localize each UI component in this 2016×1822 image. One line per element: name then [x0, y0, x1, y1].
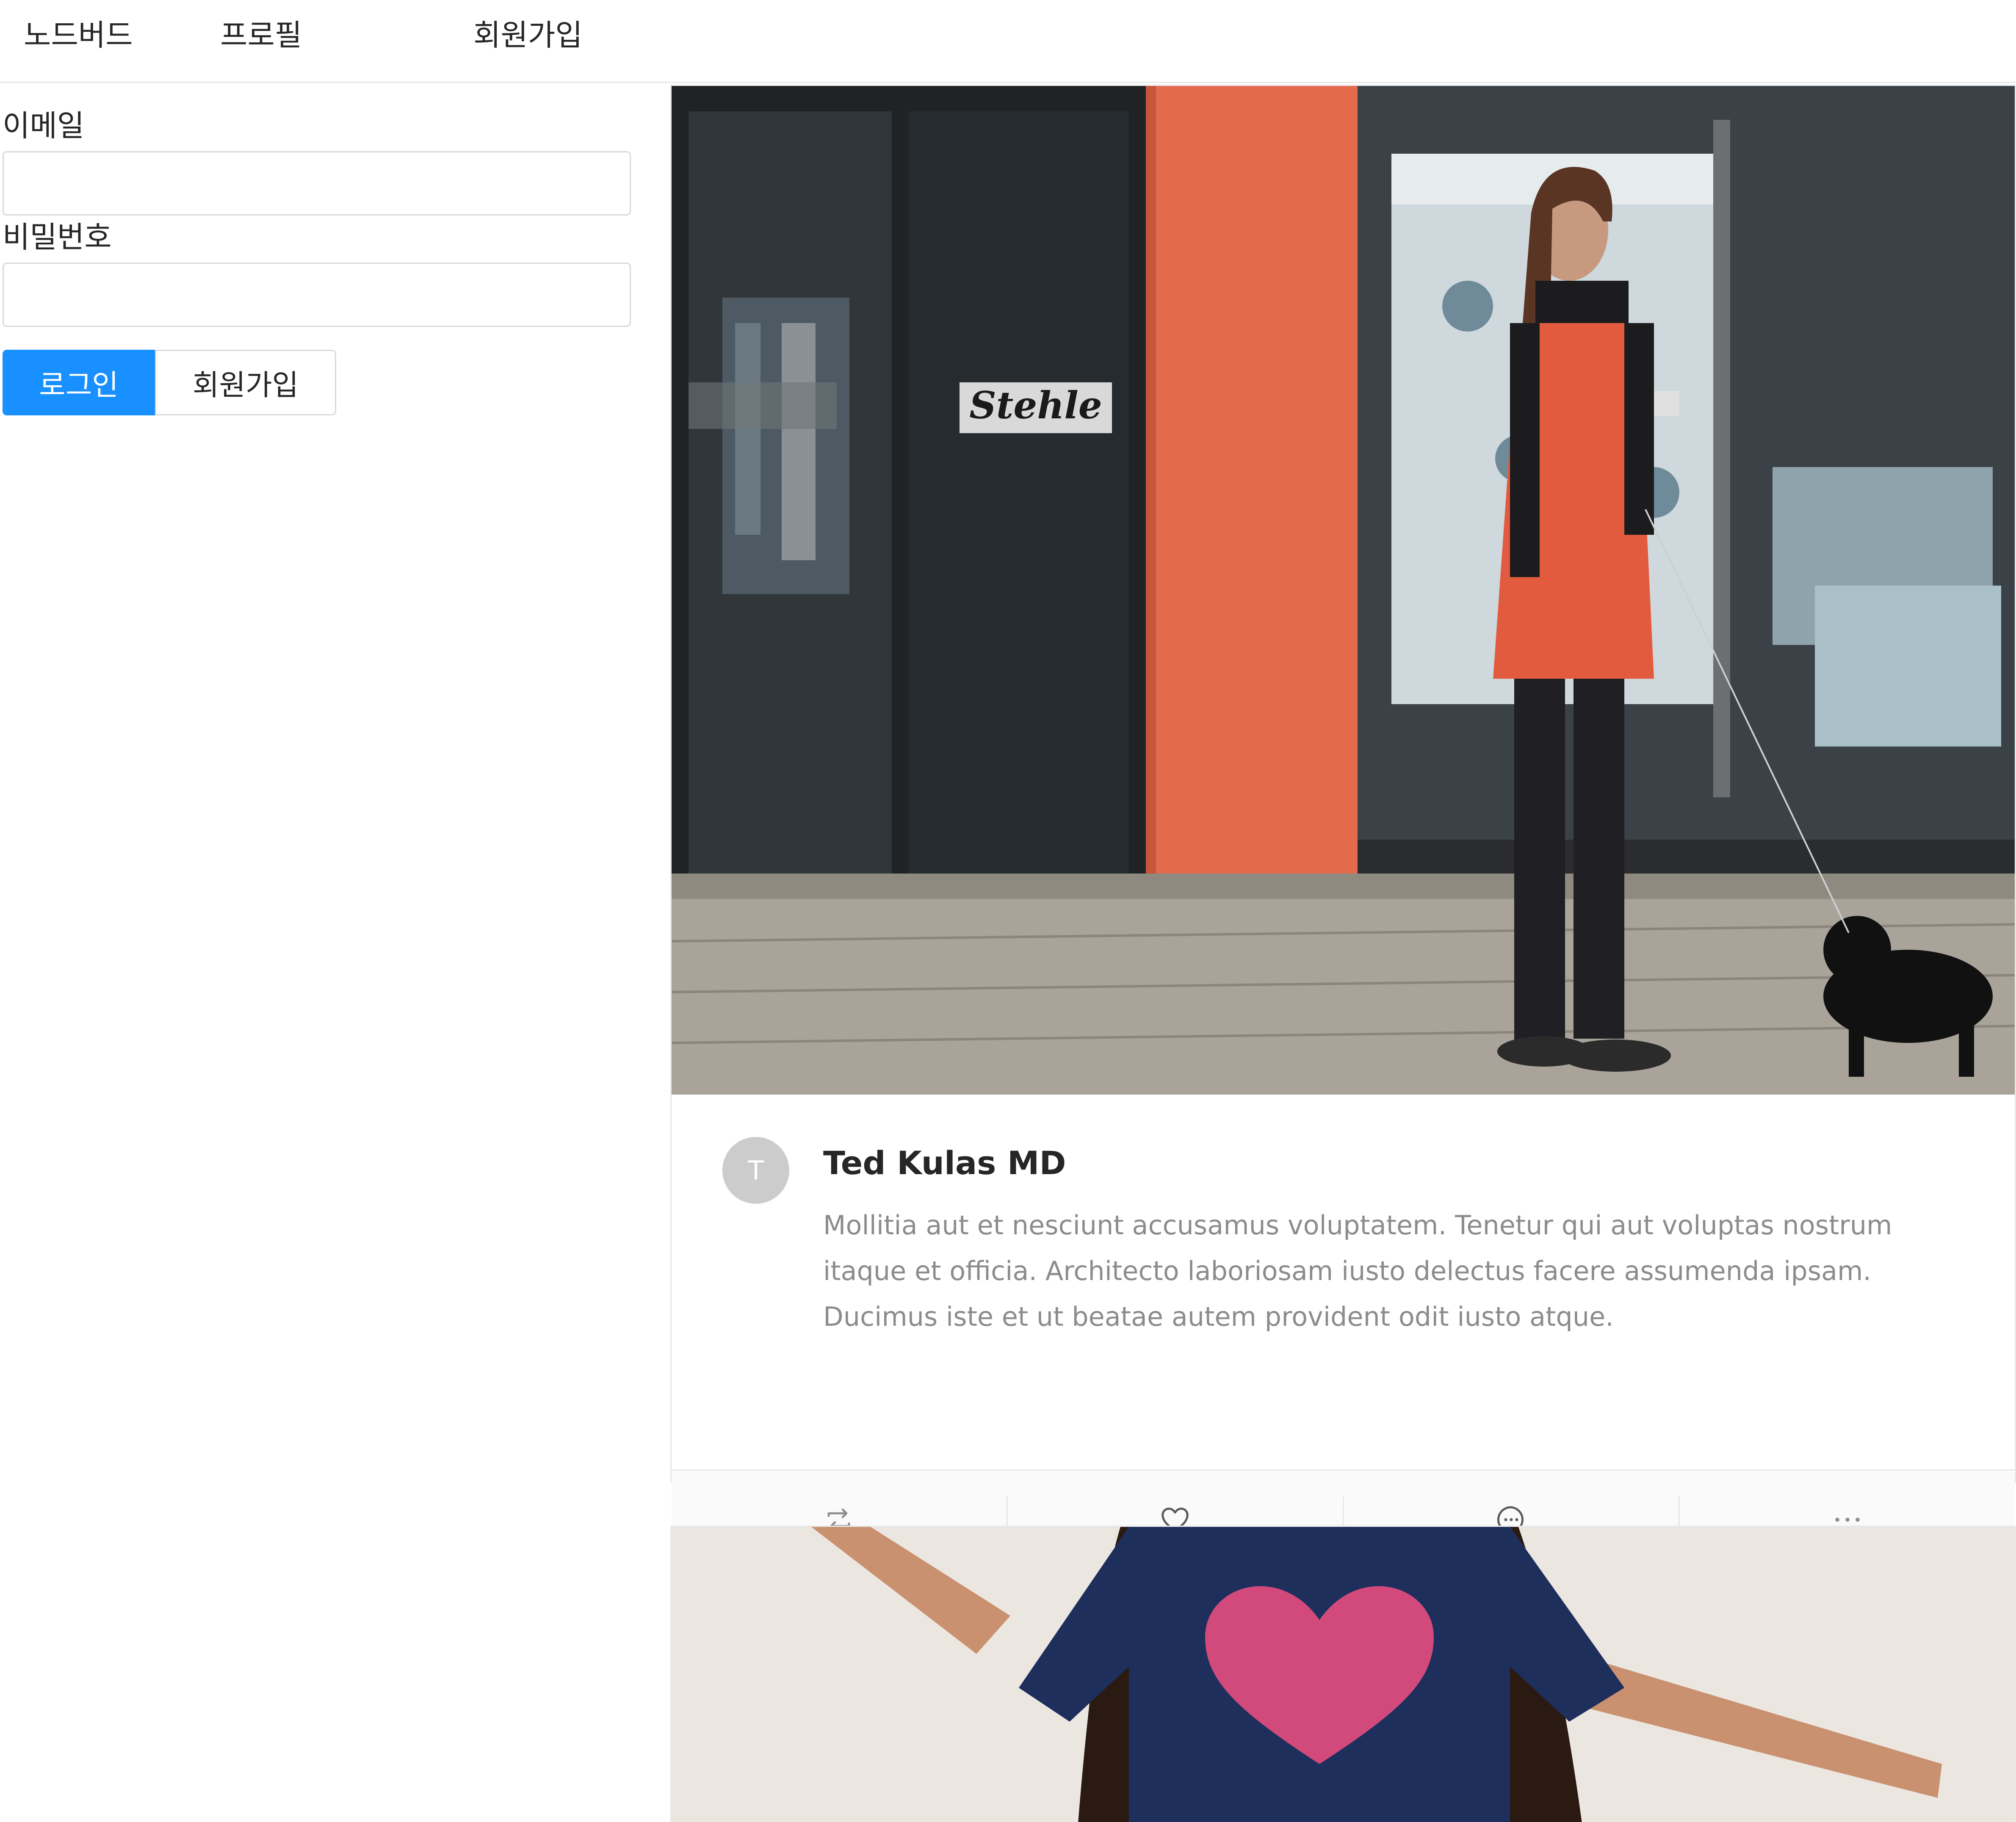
post-card — [670, 1526, 2016, 1822]
post-description: Mollitia aut et nesciunt accusamus volup… — [823, 1210, 1892, 1332]
signup-button[interactable]: 회원가입 — [155, 350, 336, 415]
street-photo: Stehle — [672, 86, 2015, 1095]
email-label: 이메일 — [3, 108, 85, 143]
nav-item-profile[interactable]: 프로필 — [220, 16, 302, 54]
avatar[interactable]: T — [722, 1137, 789, 1204]
svg-text:Stehle: Stehle — [969, 383, 1102, 427]
nav-item-nodebird[interactable]: 노드버드 — [24, 16, 133, 54]
login-button[interactable]: 로그인 — [3, 350, 155, 415]
post-card: Stehle T Ted Kulas MD Mollitia aut et ne… — [670, 85, 2016, 1569]
post-cover-image[interactable] — [672, 1527, 2015, 1822]
post-author: Ted Kulas MD — [823, 1144, 1066, 1182]
ellipsis-icon — [1835, 1518, 1860, 1522]
post-cover-image[interactable]: Stehle — [672, 86, 2015, 1095]
password-label: 비밀번호 — [3, 220, 112, 254]
nav-item-signup[interactable]: 회원가입 — [473, 16, 583, 54]
top-nav: 노드버드 프로필 회원가입 — [0, 0, 2016, 83]
post-meta: T Ted Kulas MD Mollitia aut et nesciunt … — [672, 1095, 2015, 1569]
password-field[interactable] — [3, 263, 631, 327]
email-field[interactable] — [3, 151, 631, 216]
